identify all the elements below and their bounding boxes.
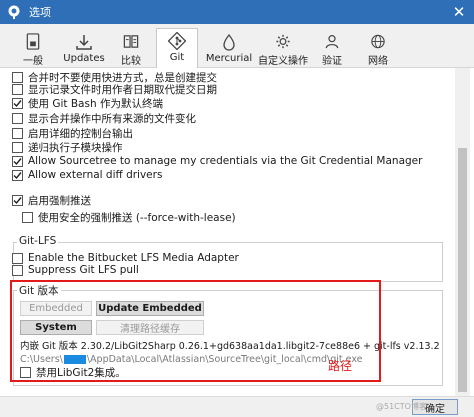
watermark: @51CTO博客	[376, 402, 427, 411]
group-title: Git-LFS	[17, 235, 59, 247]
check-icon	[13, 171, 22, 179]
compare-icon	[123, 35, 139, 48]
option-enable-force-push[interactable]: 启用强制推送	[12, 192, 91, 208]
option-label: Allow external diff drivers	[28, 169, 163, 181]
option-suppress-lfs-pull[interactable]: Suppress Git LFS pull	[12, 262, 139, 278]
tab-custom-actions[interactable]: 自定义操作	[258, 30, 308, 67]
tab-label: Git	[169, 52, 185, 63]
tab-label: 验证	[322, 56, 342, 67]
custom-actions-icon	[276, 34, 290, 49]
tab-label: Updates	[63, 53, 105, 64]
checkbox[interactable]	[12, 264, 23, 276]
option-label: Suppress Git LFS pull	[28, 264, 139, 276]
checkbox[interactable]	[12, 169, 23, 181]
option-external-diff[interactable]: Allow external diff drivers	[12, 167, 162, 183]
option-label: 显示合并操作中所有来源的文件变化	[28, 112, 196, 125]
option-show-merge-changes[interactable]: 显示合并操作中所有来源的文件变化	[12, 110, 196, 126]
tab-general[interactable]: 一般	[16, 30, 50, 67]
option-label: 使用 Git Bash 作为默认终端	[28, 97, 163, 110]
tab-label: 一般	[23, 56, 43, 67]
option-force-with-lease[interactable]: 使用安全的强制推送 (--force-with-lease)	[22, 209, 236, 225]
settings-toolbar: 一般 Updates 比较 Git Mercurial 自定义操作 验证 网络	[0, 24, 474, 68]
close-icon: ✕	[452, 3, 466, 21]
scrollbar-thumb[interactable]	[458, 148, 467, 392]
checkbox[interactable]	[12, 112, 23, 124]
network-icon	[371, 34, 385, 49]
check-icon	[13, 196, 22, 204]
tab-network[interactable]: 网络	[360, 30, 396, 67]
tab-label: 比较	[121, 56, 141, 67]
tab-git[interactable]: Git	[156, 28, 198, 68]
highlight-box	[10, 280, 381, 382]
tab-compare[interactable]: 比较	[116, 30, 146, 67]
general-icon	[26, 33, 40, 50]
checkbox[interactable]	[12, 97, 23, 109]
auth-icon	[325, 35, 339, 49]
checkbox[interactable]	[12, 141, 23, 153]
sourcetree-icon	[8, 5, 20, 19]
checkbox[interactable]	[12, 194, 23, 206]
tab-label: 自定义操作	[258, 56, 308, 67]
check-icon	[13, 157, 22, 165]
checkbox[interactable]	[12, 155, 23, 167]
option-label: 启用强制推送	[28, 194, 91, 207]
option-git-bash-terminal[interactable]: 使用 Git Bash 作为默认终端	[12, 95, 163, 111]
close-button[interactable]: ✕	[444, 0, 474, 24]
checkbox[interactable]	[12, 127, 23, 139]
option-label: 使用安全的强制推送 (--force-with-lease)	[38, 211, 236, 224]
tab-auth[interactable]: 验证	[314, 30, 350, 67]
option-label: Allow Sourcetree to manage my credential…	[28, 155, 423, 167]
tab-label: Mercurial	[205, 53, 253, 64]
check-icon	[13, 99, 22, 107]
updates-icon	[76, 35, 92, 50]
tab-label: 网络	[368, 56, 388, 67]
vertical-scrollbar[interactable]	[455, 68, 470, 396]
checkbox[interactable]	[12, 83, 23, 95]
mercurial-icon	[223, 33, 235, 51]
annotation-label: 路径	[328, 359, 353, 373]
title-bar: 选项 ✕	[0, 0, 474, 24]
tab-updates[interactable]: Updates	[62, 30, 106, 67]
checkbox[interactable]	[22, 211, 33, 223]
tab-mercurial[interactable]: Mercurial	[204, 30, 254, 67]
window-title: 选项	[29, 6, 51, 19]
git-icon	[168, 32, 186, 50]
